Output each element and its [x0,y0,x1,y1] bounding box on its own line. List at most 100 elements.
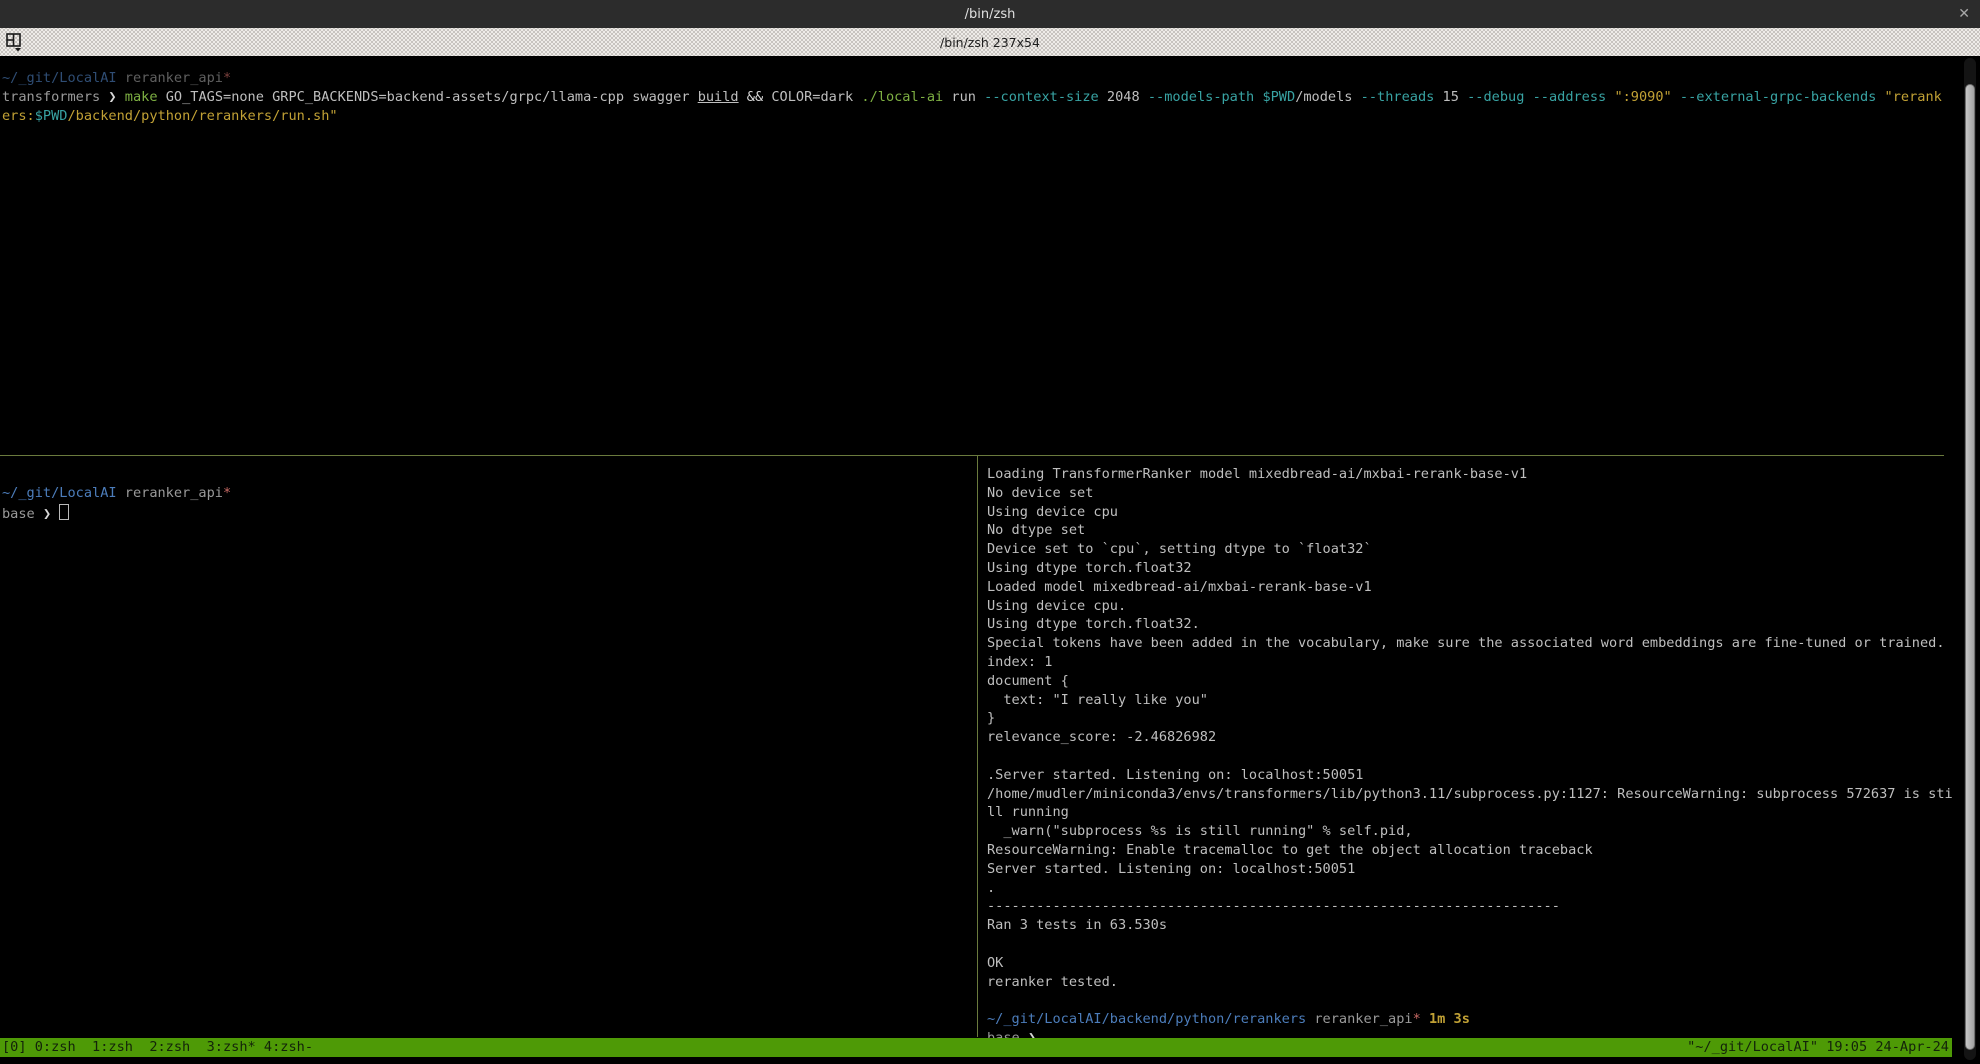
text-segment [117,89,125,105]
text-segment: * [223,70,231,86]
terminal-pane-bottom-right[interactable]: Loading TransformerRanker model mixedbre… [987,466,1944,1049]
text-segment: "rerank [1885,89,1942,105]
text-segment: ":9090" [1614,89,1671,105]
terminal-line: reranker tested. [987,974,1944,993]
text-segment: /backend/python/rerankers/run.sh" [68,108,338,124]
terminal-line: ResourceWarning: Enable tracemalloc to g… [987,842,1944,861]
layout-menu-button[interactable] [3,31,27,53]
pane-divider-horizontal[interactable] [0,455,1944,456]
terminal-line: document { [987,673,1944,692]
status-window-list[interactable]: [0] 0:zsh 1:zsh 2:zsh 3:zsh* 4:zsh- [2,1038,313,1057]
text-segment: make [125,89,158,105]
tmux-status-bar: [0] 0:zsh 1:zsh 2:zsh 3:zsh* 4:zsh- "~/_… [0,1038,1952,1057]
text-segment: 2048 [1099,89,1148,105]
text-segment: ~/_git/LocalAI/backend/python/rerankers [987,1011,1306,1027]
terminal-line: No device set [987,485,1944,504]
text-segment: GO_TAGS=none GRPC_BACKENDS=backend-asset… [158,89,698,105]
scrollbar-track [1964,58,1976,1060]
text-segment [117,70,125,86]
terminal-line: OK [987,955,1944,974]
text-segment: base [2,506,35,522]
terminal-line [2,466,975,485]
terminal-line: Using device cpu [987,504,1944,523]
terminal-pane-top[interactable]: ~/_git/LocalAI reranker_api*transformers… [2,70,1944,126]
text-segment: * [1413,1011,1421,1027]
terminal-window: /bin/zsh ✕ /bin/zsh 237x54 ~/_git/LocalA… [0,0,1980,1064]
text-segment: 15 [1434,89,1467,105]
window-grid-icon [5,32,25,52]
terminal-line: No dtype set [987,522,1944,541]
text-segment: ~/_git/LocalAI [2,485,117,501]
terminal-line: ll running [987,804,1944,823]
terminal-line [987,748,1944,767]
terminal-line: text: "I really like you" [987,692,1944,711]
pane-divider-vertical[interactable] [977,456,978,1037]
terminal-line: relevance_score: -2.46826982 [987,729,1944,748]
text-segment: ./local-ai [861,89,943,105]
text-segment [51,506,59,522]
terminal-line: ~/_git/LocalAI reranker_api* [2,485,975,504]
terminal-line: Using device cpu. [987,598,1944,617]
text-segment: --models-path [1148,89,1254,105]
text-segment [1672,89,1680,105]
text-segment: ❯ [43,506,51,522]
text-segment [1524,89,1532,105]
terminal-line: Loaded model mixedbread-ai/mxbai-rerank-… [987,579,1944,598]
text-segment: /models [1295,89,1360,105]
text-segment: --address [1533,89,1607,105]
text-segment: * [223,485,231,501]
text-segment: transformers [2,89,100,105]
tab-terminal[interactable]: /bin/zsh 237x54 [940,35,1040,50]
text-segment: $PWD [1262,89,1295,105]
text-segment [35,506,43,522]
text-segment: ❯ [108,89,116,105]
text-segment: --threads [1361,89,1435,105]
text-segment [117,485,125,501]
terminal-line: Loading TransformerRanker model mixedbre… [987,466,1944,485]
terminal-line: Device set to `cpu`, setting dtype to `f… [987,541,1944,560]
status-session-info: "~/_git/LocalAI" 19:05 24-Apr-24 [1687,1038,1949,1057]
terminal-line: ~/_git/LocalAI reranker_api* [2,70,1944,89]
terminal-line: /home/mudler/miniconda3/envs/transformer… [987,786,1944,805]
titlebar: /bin/zsh ✕ [0,0,1980,28]
text-segment: --debug [1467,89,1524,105]
terminal-line: Using dtype torch.float32. [987,616,1944,635]
close-icon[interactable]: ✕ [1958,0,1970,28]
scrollbar-thumb[interactable] [1965,84,1975,1050]
text-segment [739,89,747,105]
text-segment [1421,1011,1429,1027]
text-segment: COLOR=dark [763,89,861,105]
terminal-line [987,992,1944,1011]
terminal-pane-bottom-left[interactable]: ~/_git/LocalAI reranker_api*base ❯ [2,466,975,522]
terminal-line: ~/_git/LocalAI/backend/python/rerankers … [987,1011,1944,1030]
text-segment: && [747,89,763,105]
text-segment: --external-grpc-backends [1680,89,1876,105]
terminal-cursor [59,504,69,520]
terminal-line: base ❯ [2,504,975,523]
terminal-line: . [987,880,1944,899]
terminal-line: .Server started. Listening on: localhost… [987,767,1944,786]
text-segment [1876,89,1884,105]
text-segment: run [943,89,984,105]
terminal-line: transformers ❯ make GO_TAGS=none GRPC_BA… [2,89,1944,108]
terminal-line: Using dtype torch.float32 [987,560,1944,579]
text-segment: ers: [2,108,35,124]
text-segment: reranker_api [125,485,223,501]
terminal-line [987,936,1944,955]
terminal-line: ers:$PWD/backend/python/rerankers/run.sh… [2,108,1944,127]
tabbar: /bin/zsh 237x54 [0,28,1980,56]
terminal-line: _warn("subprocess %s is still running" %… [987,823,1944,842]
terminal-line: Server started. Listening on: localhost:… [987,861,1944,880]
terminal-line: Special tokens have been added in the vo… [987,635,1944,654]
text-segment: $PWD [35,108,68,124]
window-title: /bin/zsh [965,7,1016,22]
text-segment: ~/_git/LocalAI [2,70,117,86]
text-segment: reranker_api [1314,1011,1412,1027]
terminal-line: } [987,710,1944,729]
text-segment: reranker_api [125,70,223,86]
terminal-line: Ran 3 tests in 63.530s [987,917,1944,936]
text-segment: 1m 3s [1429,1011,1470,1027]
terminal-line: ----------------------------------------… [987,898,1944,917]
terminal-line: index: 1 [987,654,1944,673]
text-segment: build [698,89,739,105]
